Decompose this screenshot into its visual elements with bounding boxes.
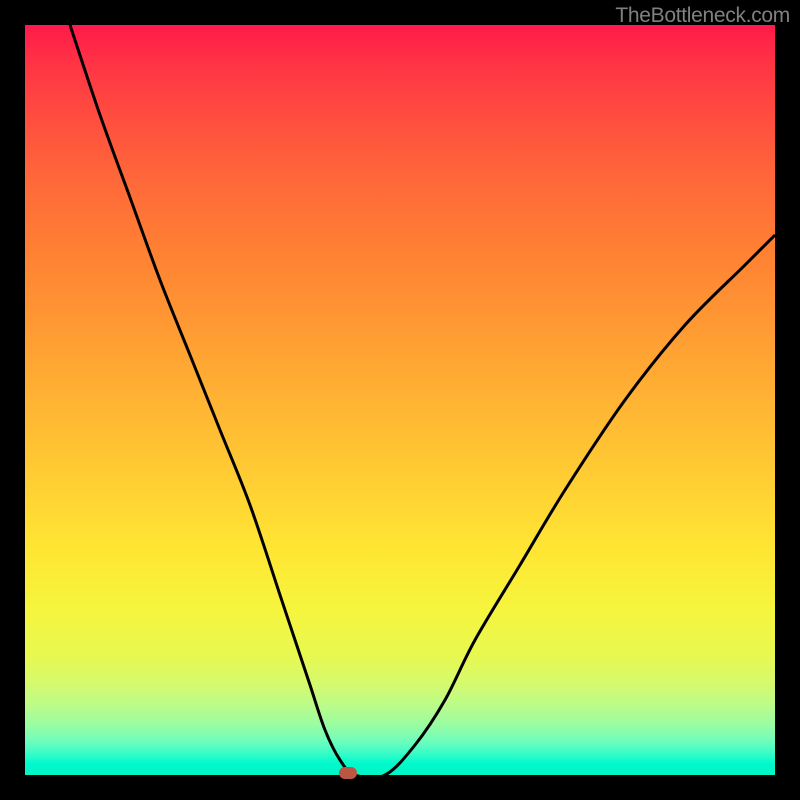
watermark-text: TheBottleneck.com bbox=[615, 4, 790, 28]
bottleneck-curve bbox=[70, 25, 775, 775]
bottleneck-curve-svg bbox=[25, 25, 775, 775]
chart-container: TheBottleneck.com bbox=[0, 0, 800, 800]
optimal-point-marker bbox=[339, 767, 357, 779]
